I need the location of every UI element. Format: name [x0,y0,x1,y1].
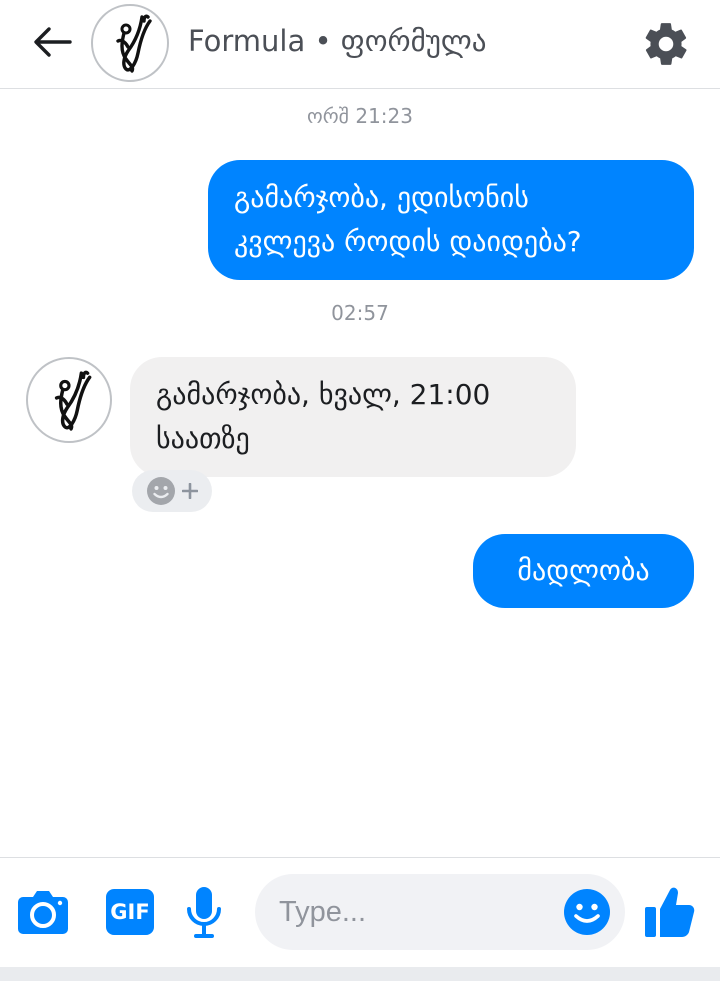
formula-logo-icon [116,14,152,73]
conversation-title[interactable]: Formula • ფორმულა [188,24,487,58]
sender-avatar[interactable] [26,357,112,443]
contact-avatar[interactable] [91,4,169,82]
camera-icon [18,891,68,934]
gear-icon [645,23,687,65]
message-input-box[interactable] [255,874,625,950]
conversation-header: Formula • ფორმულა [0,0,720,89]
smiley-icon [147,477,175,505]
gif-button[interactable]: GIF [104,886,156,938]
back-button[interactable] [28,22,76,62]
settings-button[interactable] [638,16,694,72]
voice-message-button[interactable] [180,882,228,942]
message-timestamp: ორშ 21:23 [307,104,413,128]
outgoing-message[interactable]: გამარჯობა, ედისონის კვლევა როდის დაიდება… [208,160,694,280]
gif-icon: GIF [106,889,154,935]
plus-icon [182,483,198,499]
back-arrow-icon [34,27,72,57]
message-text-line: გამარჯობა, ედისონის [234,181,529,214]
message-input[interactable] [279,890,549,934]
like-button[interactable] [640,882,698,942]
outgoing-message[interactable]: მადლობა [473,534,694,608]
thumbs-up-icon [645,887,695,937]
message-timestamp: 02:57 [331,301,389,325]
message-text-line: საათზე [156,422,250,455]
formula-logo-icon [54,370,92,431]
gif-label: GIF [110,900,150,924]
message-text-line: გამარჯობა, ხვალ, 21:00 [156,378,491,411]
camera-button[interactable] [14,884,72,940]
incoming-message[interactable]: გამარჯობა, ხვალ, 21:00 საათზე [130,357,576,477]
message-composer: GIF [0,857,720,967]
bottom-bar [0,967,720,981]
message-text-line: კვლევა როდის დაიდება? [234,225,582,258]
emoji-icon [564,889,610,935]
emoji-button[interactable] [561,886,613,938]
microphone-icon [187,887,221,938]
add-reaction-button[interactable] [132,470,212,512]
